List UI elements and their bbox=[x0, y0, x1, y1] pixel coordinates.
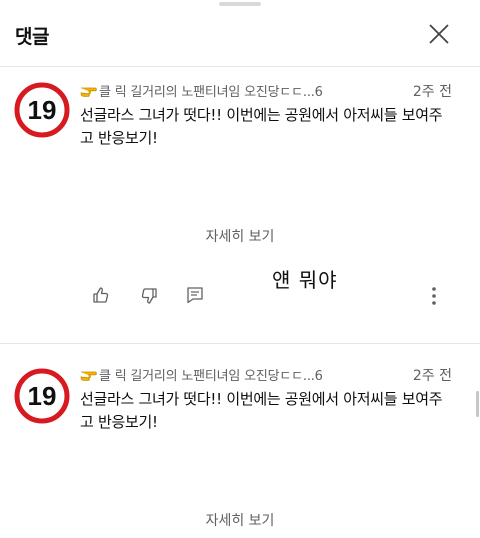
reply-button[interactable] bbox=[186, 286, 204, 304]
page-title: 댓글 bbox=[15, 26, 49, 48]
like-button[interactable] bbox=[92, 286, 110, 304]
svg-text:19: 19 bbox=[28, 95, 57, 125]
handwritten-annotation: 얜 뭐야 bbox=[272, 268, 338, 292]
avatar[interactable]: 19 bbox=[14, 368, 70, 424]
comment-text: 선글라스 그녀가 떳다!! 이번에는 공원에서 아저씨들 보여주고 반응보기! bbox=[80, 390, 443, 431]
like-icon bbox=[93, 287, 109, 303]
scrollbar-thumb[interactable] bbox=[476, 391, 479, 417]
close-icon bbox=[429, 24, 449, 44]
read-more-link[interactable]: 자세히 보기 bbox=[0, 510, 480, 530]
comment-timestamp: 2주 전 bbox=[412, 84, 452, 100]
comment-divider bbox=[0, 343, 480, 344]
dislike-button[interactable] bbox=[140, 287, 158, 305]
comment-timestamp: 2주 전 bbox=[412, 368, 452, 384]
comment-author[interactable]: 클 릭 길거리의 노팬티녀임 오진당ㄷㄷ...6 bbox=[80, 81, 410, 101]
comments-header: 댓글 bbox=[0, 0, 480, 66]
reply-icon bbox=[187, 287, 203, 304]
author-name: 클 릭 길거리의 노팬티녀임 오진당ㄷㄷ...6 bbox=[99, 369, 323, 384]
avatar[interactable]: 19 bbox=[14, 82, 70, 138]
pointing-hand-icon bbox=[80, 87, 97, 97]
close-button[interactable] bbox=[424, 19, 454, 49]
age-rating-19-icon: 19 bbox=[14, 82, 70, 138]
more-options-button[interactable] bbox=[426, 285, 442, 307]
age-rating-19-icon: 19 bbox=[14, 368, 70, 424]
author-name: 클 릭 길거리의 노팬티녀임 오진당ㄷㄷ...6 bbox=[99, 85, 323, 100]
read-more-link[interactable]: 자세히 보기 bbox=[0, 226, 480, 246]
pointing-hand-icon bbox=[80, 371, 97, 381]
more-options-icon bbox=[432, 287, 436, 305]
comment-author[interactable]: 클 릭 길거리의 노팬티녀임 오진당ㄷㄷ...6 bbox=[80, 365, 410, 385]
svg-text:19: 19 bbox=[28, 381, 57, 411]
header-divider bbox=[0, 66, 480, 67]
dislike-icon bbox=[141, 288, 157, 304]
comment-text: 선글라스 그녀가 떳다!! 이번에는 공원에서 아저씨들 보여주고 반응보기! bbox=[80, 106, 443, 147]
